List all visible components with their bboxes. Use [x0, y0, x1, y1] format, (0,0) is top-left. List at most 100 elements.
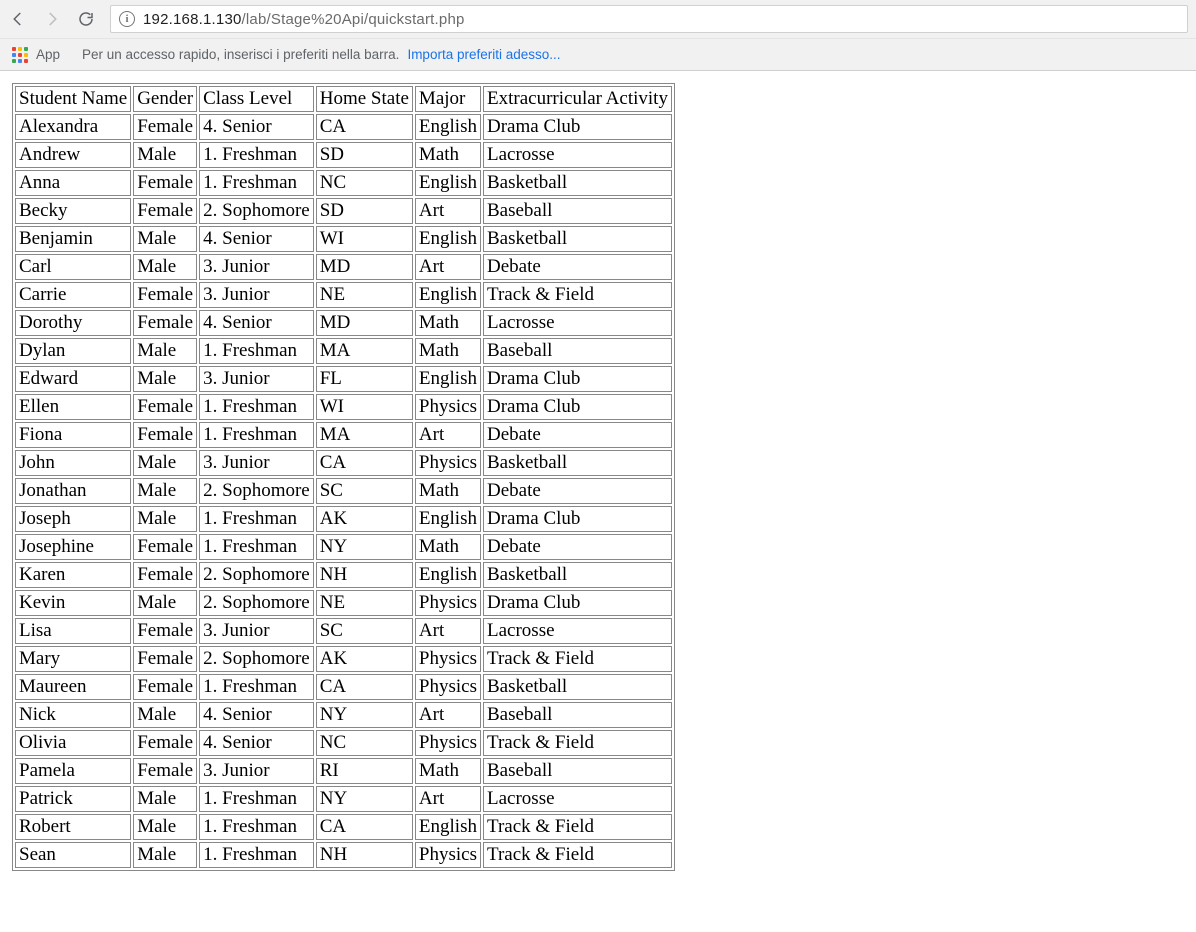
table-cell: Physics [415, 450, 481, 476]
table-cell: CA [316, 114, 413, 140]
table-cell: 3. Junior [199, 758, 314, 784]
table-cell: Fiona [15, 422, 131, 448]
table-cell: Baseball [483, 198, 672, 224]
table-cell: Dylan [15, 338, 131, 364]
table-row: PamelaFemale3. JuniorRIMathBaseball [15, 758, 672, 784]
table-cell: 3. Junior [199, 254, 314, 280]
reload-button[interactable] [76, 9, 96, 29]
table-cell: 1. Freshman [199, 338, 314, 364]
table-cell: 2. Sophomore [199, 562, 314, 588]
table-cell: Edward [15, 366, 131, 392]
table-cell: Art [415, 198, 481, 224]
table-cell: 3. Junior [199, 282, 314, 308]
table-cell: Robert [15, 814, 131, 840]
table-row: MaureenFemale1. FreshmanCAPhysicsBasketb… [15, 674, 672, 700]
table-cell: Math [415, 534, 481, 560]
reload-icon [77, 10, 95, 28]
table-cell: Basketball [483, 450, 672, 476]
table-cell: SC [316, 478, 413, 504]
table-cell: CA [316, 674, 413, 700]
table-cell: Debate [483, 534, 672, 560]
table-cell: Nick [15, 702, 131, 728]
table-cell: Male [133, 226, 197, 252]
bookmarks-bar: App Per un accesso rapido, inserisci i p… [0, 38, 1196, 70]
table-cell: English [415, 506, 481, 532]
table-row: PatrickMale1. FreshmanNYArtLacrosse [15, 786, 672, 812]
table-row: JonathanMale2. SophomoreSCMathDebate [15, 478, 672, 504]
table-row: JosephineFemale1. FreshmanNYMathDebate [15, 534, 672, 560]
table-cell: Art [415, 786, 481, 812]
table-cell: Female [133, 646, 197, 672]
table-cell: Lisa [15, 618, 131, 644]
table-cell: English [415, 226, 481, 252]
table-cell: Physics [415, 394, 481, 420]
table-cell: NH [316, 842, 413, 868]
table-cell: John [15, 450, 131, 476]
table-cell: 1. Freshman [199, 170, 314, 196]
table-cell: Andrew [15, 142, 131, 168]
table-cell: Basketball [483, 226, 672, 252]
table-cell: Female [133, 618, 197, 644]
table-cell: Physics [415, 842, 481, 868]
table-cell: Female [133, 758, 197, 784]
apps-icon[interactable] [12, 47, 28, 63]
table-cell: Art [415, 254, 481, 280]
table-cell: Male [133, 142, 197, 168]
table-cell: MA [316, 338, 413, 364]
table-cell: Female [133, 674, 197, 700]
table-cell: SD [316, 142, 413, 168]
table-cell: MD [316, 310, 413, 336]
table-cell: Math [415, 142, 481, 168]
table-cell: NE [316, 282, 413, 308]
table-cell: NH [316, 562, 413, 588]
table-cell: Maureen [15, 674, 131, 700]
bookmarks-app-label[interactable]: App [36, 47, 60, 62]
table-cell: Male [133, 786, 197, 812]
table-cell: Female [133, 534, 197, 560]
url-bar[interactable]: i 192.168.1.130/lab/Stage%20Api/quicksta… [110, 5, 1188, 33]
bookmarks-import-link[interactable]: Importa preferiti adesso... [407, 47, 560, 62]
table-cell: 4. Senior [199, 226, 314, 252]
table-cell: Baseball [483, 702, 672, 728]
table-cell: Olivia [15, 730, 131, 756]
table-header-cell: Extracurricular Activity [483, 86, 672, 112]
table-cell: Josephine [15, 534, 131, 560]
site-info-icon[interactable]: i [119, 11, 135, 27]
table-cell: Jonathan [15, 478, 131, 504]
table-row: MaryFemale2. SophomoreAKPhysicsTrack & F… [15, 646, 672, 672]
table-cell: Math [415, 310, 481, 336]
table-cell: Patrick [15, 786, 131, 812]
table-cell: NY [316, 702, 413, 728]
table-cell: Track & Field [483, 814, 672, 840]
table-cell: Art [415, 618, 481, 644]
url-path: /lab/Stage%20Api/quickstart.php [242, 11, 465, 28]
table-cell: Male [133, 450, 197, 476]
table-cell: 3. Junior [199, 366, 314, 392]
table-cell: CA [316, 814, 413, 840]
table-cell: Male [133, 814, 197, 840]
table-cell: 2. Sophomore [199, 646, 314, 672]
table-row: JosephMale1. FreshmanAKEnglishDrama Club [15, 506, 672, 532]
table-cell: Physics [415, 646, 481, 672]
table-cell: Debate [483, 478, 672, 504]
table-cell: Female [133, 310, 197, 336]
table-cell: Baseball [483, 758, 672, 784]
table-cell: Female [133, 114, 197, 140]
table-cell: Male [133, 590, 197, 616]
table-cell: Drama Club [483, 366, 672, 392]
table-cell: English [415, 366, 481, 392]
table-cell: Female [133, 422, 197, 448]
table-cell: Kevin [15, 590, 131, 616]
table-cell: Physics [415, 674, 481, 700]
table-cell: Baseball [483, 338, 672, 364]
table-row: AlexandraFemale4. SeniorCAEnglishDrama C… [15, 114, 672, 140]
back-button[interactable] [8, 9, 28, 29]
table-cell: Carrie [15, 282, 131, 308]
table-cell: English [415, 562, 481, 588]
table-cell: 1. Freshman [199, 534, 314, 560]
table-cell: 3. Junior [199, 618, 314, 644]
table-row: KevinMale2. SophomoreNEPhysicsDrama Club [15, 590, 672, 616]
table-row: BeckyFemale2. SophomoreSDArtBaseball [15, 198, 672, 224]
forward-button[interactable] [42, 9, 62, 29]
table-cell: 2. Sophomore [199, 590, 314, 616]
